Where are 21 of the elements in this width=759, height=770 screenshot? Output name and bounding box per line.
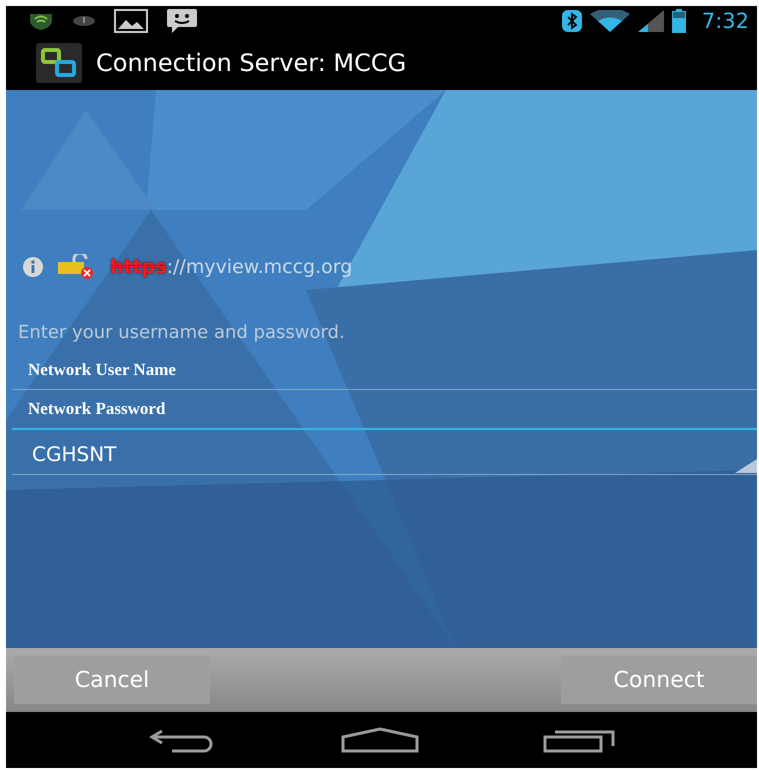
input-field[interactable]: Network Password	[12, 390, 757, 430]
bluetooth-icon	[562, 10, 582, 32]
dropdown-corner-icon	[735, 459, 757, 473]
instruction-text: Enter your username and password.	[18, 322, 346, 343]
wifi-icon	[590, 10, 630, 32]
image-icon	[114, 9, 148, 33]
signal-icon	[638, 10, 664, 32]
broken-lock-icon	[56, 254, 96, 280]
info-icon[interactable]	[22, 256, 44, 278]
shield-icon	[28, 12, 54, 30]
window-title: Connection Server: MCCG	[96, 49, 406, 77]
server-url: https://myview.mccg.org	[110, 256, 352, 278]
home-icon[interactable]	[341, 727, 420, 753]
domain-dropdown[interactable]: CGHSNT	[12, 430, 757, 475]
app-icon	[36, 43, 82, 83]
dot-icon	[72, 15, 96, 27]
battery-icon	[672, 9, 686, 33]
cancel-button[interactable]: Cancel	[14, 656, 210, 704]
input-field[interactable]: Network User Name	[12, 351, 757, 390]
connect-button[interactable]: Connect	[561, 656, 757, 704]
clock-time: 7:32	[702, 9, 749, 33]
